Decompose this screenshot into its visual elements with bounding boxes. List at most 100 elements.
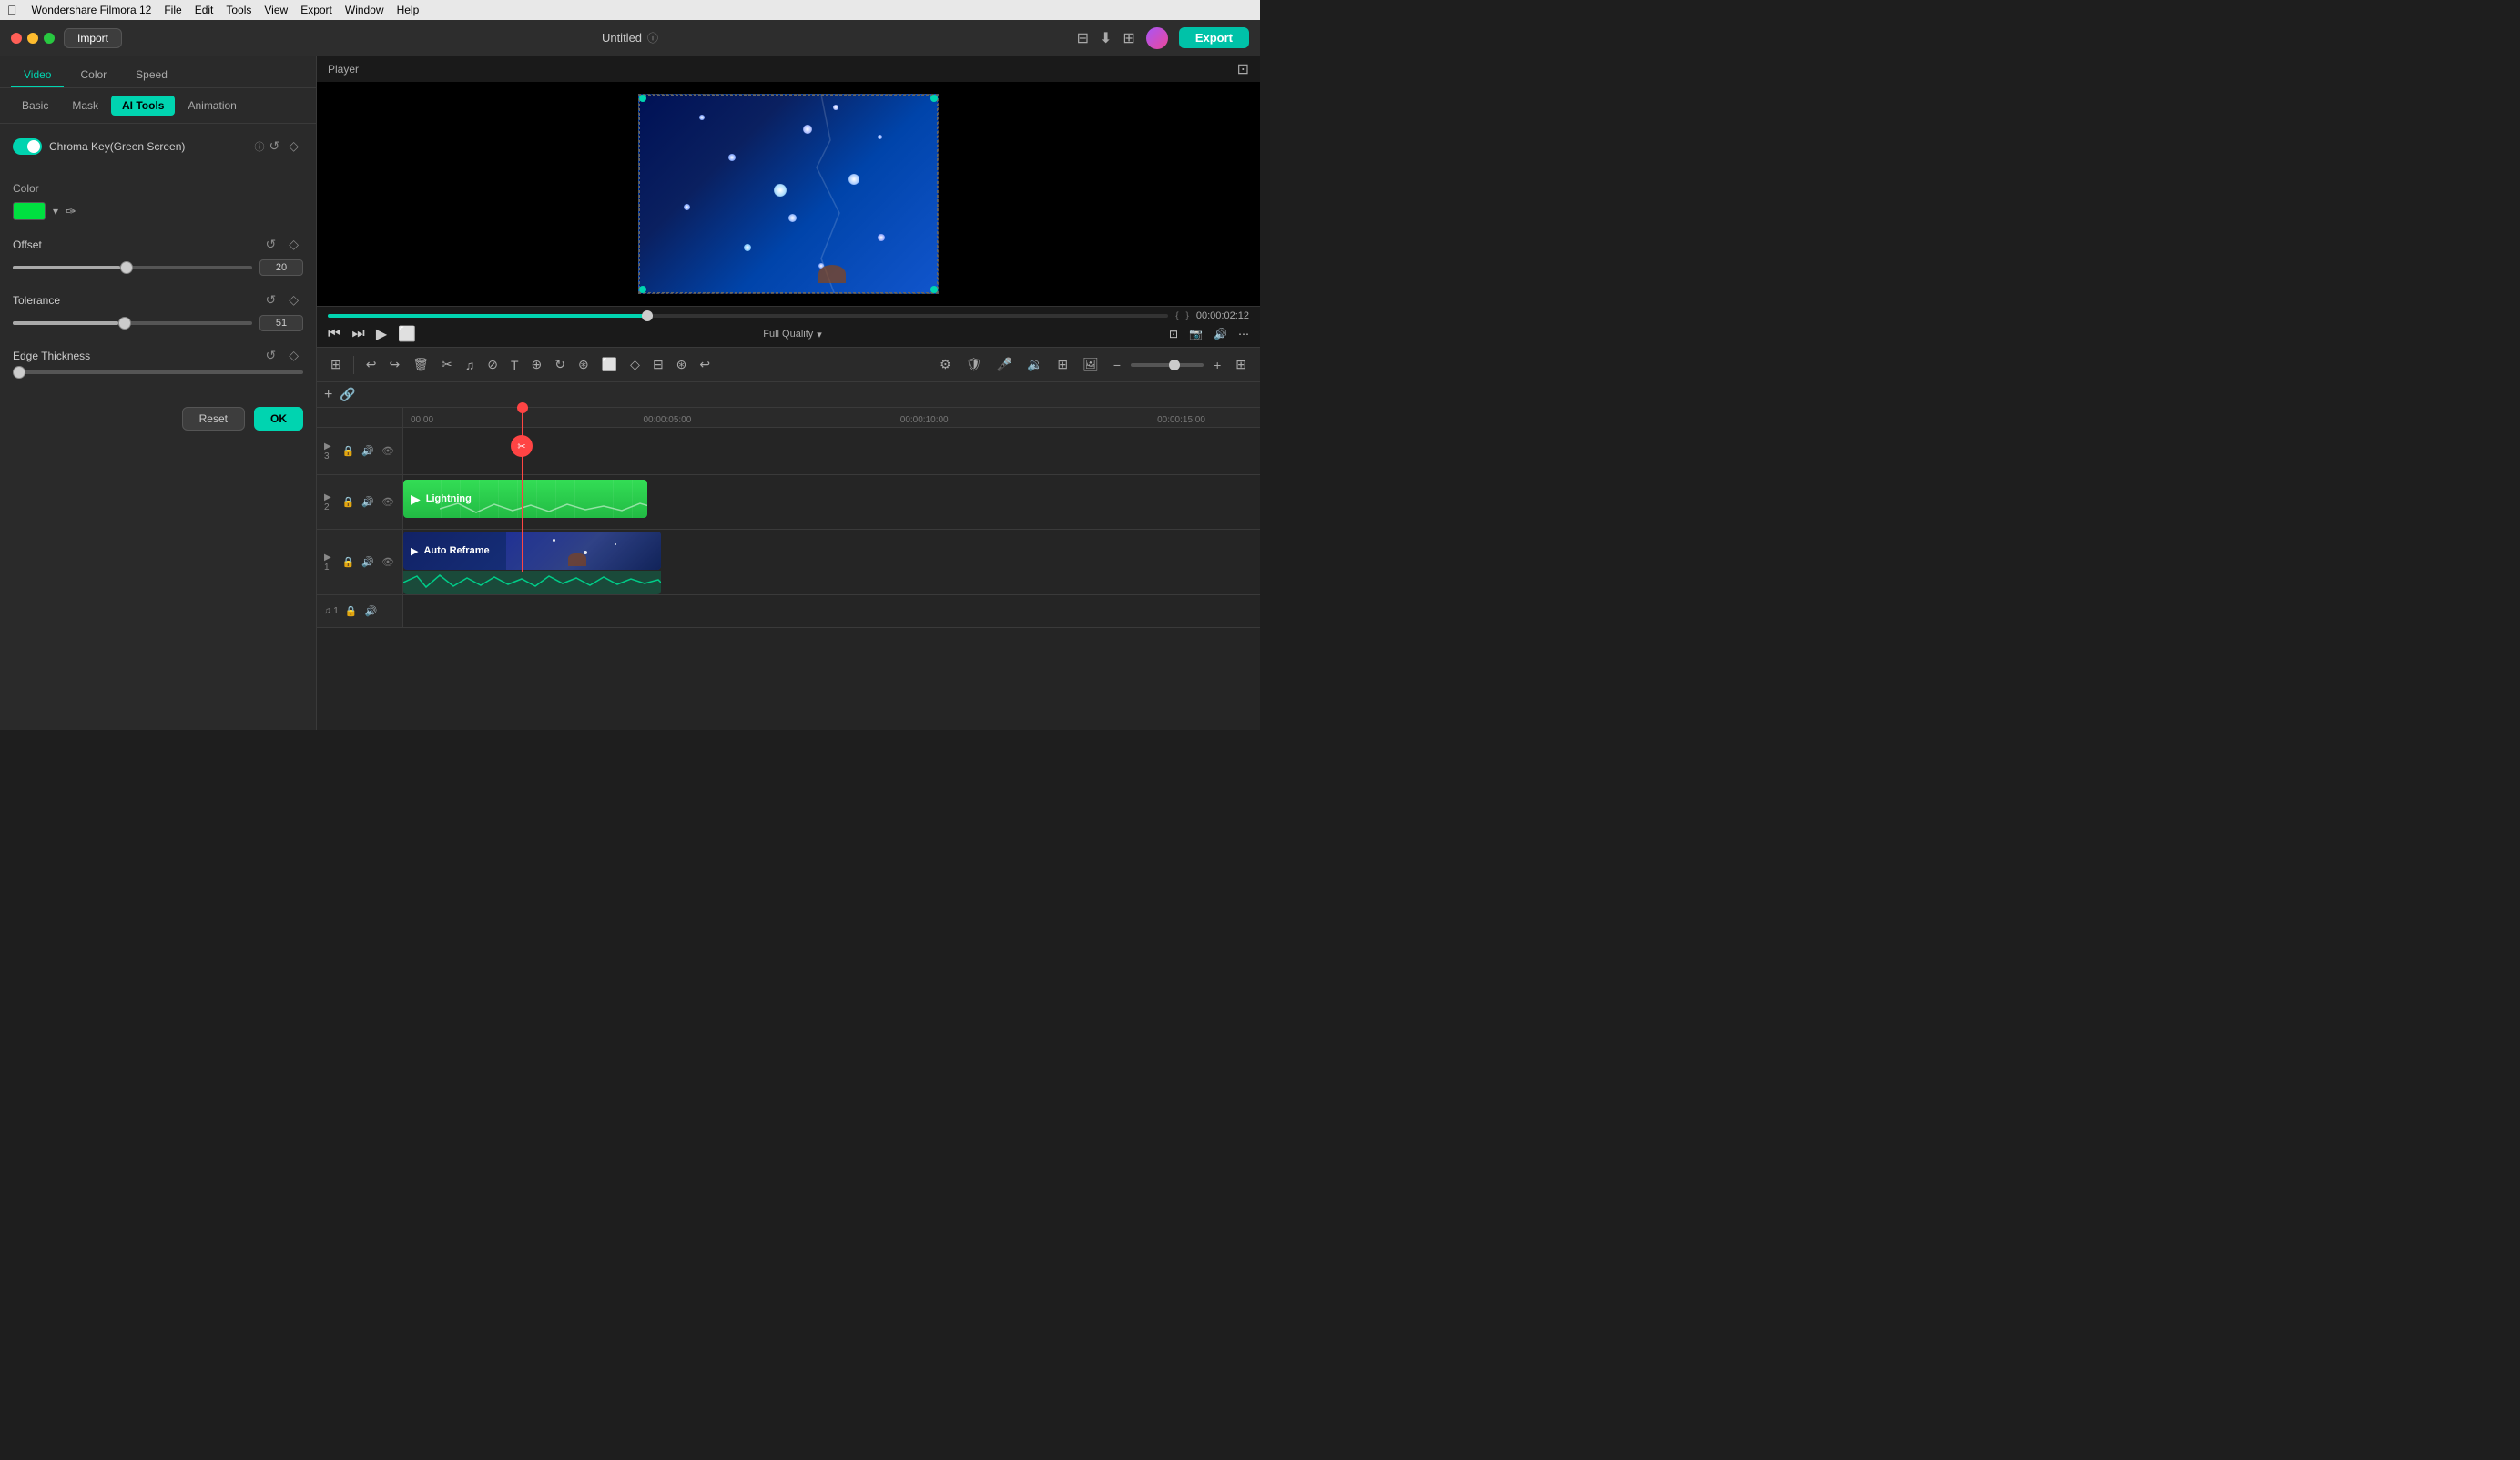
clip-autoreframe[interactable]: ▶ Auto Reframe [403, 532, 661, 570]
toolbar-image-icon[interactable]: 🖼 [1078, 355, 1103, 374]
tab-video[interactable]: Video [11, 64, 64, 87]
menu-window[interactable]: Window [345, 4, 384, 16]
quality-selector[interactable]: Full Quality ▾ [763, 329, 822, 340]
export-button[interactable]: Export [1179, 27, 1249, 48]
offset-reset-icon[interactable]: ↺ [260, 235, 280, 254]
tolerance-slider[interactable] [13, 321, 252, 325]
timeline-link-button[interactable]: 🔗 [340, 387, 355, 402]
edge-thickness-reset-icon[interactable]: ↺ [260, 346, 280, 365]
import-button[interactable]: Import [64, 28, 122, 48]
fullscreen-icon[interactable]: ⊡ [1169, 328, 1178, 340]
toolbar-settings-icon[interactable]: ⚙ [935, 355, 956, 374]
chroma-key-reset-icon[interactable]: ↺ [264, 137, 284, 156]
snapshot-icon[interactable]: 📷 [1189, 328, 1203, 340]
toolbar-cut-icon[interactable]: ✂ [437, 355, 457, 374]
frame-back-button[interactable]: ⏭ [351, 326, 364, 342]
toolbar-crop-icon[interactable]: ⊕ [527, 355, 547, 374]
toolbar-audio-icon[interactable]: ♫ [461, 356, 480, 374]
toolbar-transition-icon[interactable]: ◇ [625, 355, 645, 374]
track-1-eye-icon[interactable]: 👁 [381, 555, 395, 569]
toolbar-grid-icon[interactable]: ⊞ [1231, 355, 1251, 374]
toolbar-undo-icon[interactable]: ↩ [361, 355, 381, 374]
toolbar-mask-icon[interactable]: ⬜ [597, 355, 622, 374]
play-button[interactable]: ▶ [376, 325, 387, 343]
menu-filmora[interactable]: Wondershare Filmora 12 [32, 4, 152, 16]
toolbar-rotate-icon[interactable]: ↻ [550, 355, 570, 374]
toolbar-mic-icon[interactable]: 🎤 [992, 355, 1017, 374]
toolbar-delete-icon[interactable]: 🗑 [408, 355, 433, 374]
subtab-basic[interactable]: Basic [11, 96, 59, 116]
chroma-key-info-icon[interactable]: ⓘ [254, 139, 264, 154]
subtab-mask[interactable]: Mask [61, 96, 109, 116]
toolbar-stabilize-icon[interactable]: ⊛ [672, 355, 692, 374]
download-icon[interactable]: ⬇ [1100, 29, 1112, 47]
more-options-icon[interactable]: ⋯ [1238, 328, 1249, 340]
track-1-lock-icon[interactable]: 🔒 [341, 555, 356, 569]
audio-icon[interactable]: 🔊 [1214, 328, 1227, 340]
minimize-button[interactable] [27, 33, 38, 44]
title-info-icon[interactable]: ⓘ [647, 30, 658, 46]
track-2-lock-icon[interactable]: 🔒 [341, 495, 356, 509]
track-2-eye-icon[interactable]: 👁 [381, 495, 395, 509]
close-button[interactable] [11, 33, 22, 44]
tab-color[interactable]: Color [67, 64, 119, 87]
toolbar-shield-icon[interactable]: 🛡 [961, 355, 987, 374]
toolbar-text-icon[interactable]: T [506, 356, 523, 374]
stop-button[interactable]: ⬜ [398, 325, 416, 343]
chroma-key-keyframe-icon[interactable]: ◇ [284, 137, 303, 156]
toolbar-zoom-in-icon[interactable]: + [1209, 356, 1225, 374]
playback-progress[interactable] [328, 314, 1168, 318]
tolerance-value[interactable] [259, 315, 303, 331]
music-track-lock-icon[interactable]: 🔒 [344, 604, 359, 618]
toolbar-zoom-out-icon[interactable]: − [1109, 356, 1125, 374]
menu-edit[interactable]: Edit [195, 4, 214, 16]
toolbar-voice-icon[interactable]: 🔉 [1022, 355, 1047, 374]
track-3-volume-icon[interactable]: 🔊 [361, 444, 375, 458]
edge-thickness-slider[interactable] [13, 370, 303, 374]
track-2-volume-icon[interactable]: 🔊 [361, 495, 375, 509]
toolbar-right: ⚙ 🛡 🎤 🔉 ⊞ 🖼 − + ⊞ [935, 355, 1251, 374]
menu-tools[interactable]: Tools [226, 4, 251, 16]
toolbar-layout-icon[interactable]: ⊞ [326, 355, 346, 374]
edge-thickness-keyframe-icon[interactable]: ◇ [284, 346, 303, 365]
apple-menu[interactable]:  [7, 3, 17, 17]
menu-help[interactable]: Help [397, 4, 420, 16]
toolbar-back-icon[interactable]: ↩ [695, 355, 715, 374]
menu-view[interactable]: View [264, 4, 288, 16]
toolbar-redo-icon[interactable]: ↪ [384, 355, 404, 374]
toolbar-effect-icon[interactable]: ⊟ [648, 355, 668, 374]
offset-keyframe-icon[interactable]: ◇ [284, 235, 303, 254]
offset-value[interactable] [259, 259, 303, 276]
toolbar-mute-icon[interactable]: ⊘ [483, 355, 503, 374]
color-swatch[interactable] [13, 202, 46, 220]
toolbar-motion-icon[interactable]: ⊛ [574, 355, 594, 374]
zoom-slider[interactable] [1131, 363, 1204, 367]
playhead[interactable]: ✂ [522, 408, 523, 572]
track-1-volume-icon[interactable]: 🔊 [361, 555, 375, 569]
timeline-add-track-button[interactable]: + [324, 387, 332, 403]
tolerance-keyframe-icon[interactable]: ◇ [284, 290, 303, 309]
tab-speed[interactable]: Speed [123, 64, 180, 87]
layout-icon[interactable]: ⊟ [1077, 29, 1089, 47]
track-3-eye-icon[interactable]: 👁 [381, 444, 395, 458]
tolerance-reset-icon[interactable]: ↺ [260, 290, 280, 309]
chroma-key-toggle[interactable] [13, 138, 42, 155]
grid-icon[interactable]: ⊞ [1123, 29, 1134, 47]
skip-back-button[interactable]: ⏮ [328, 326, 340, 342]
menu-file[interactable]: File [164, 4, 181, 16]
reset-button[interactable]: Reset [182, 407, 245, 431]
subtab-aitools[interactable]: AI Tools [111, 96, 175, 116]
avatar[interactable] [1146, 27, 1168, 49]
subtab-animation[interactable]: Animation [177, 96, 247, 116]
clip-lightning[interactable]: ▶ Lightning [403, 480, 647, 518]
eyedropper-button[interactable]: ✑ [66, 204, 76, 219]
ok-button[interactable]: OK [254, 407, 303, 431]
offset-slider[interactable] [13, 266, 252, 269]
toolbar-ai-icon[interactable]: ⊞ [1052, 355, 1072, 374]
music-track-volume-icon[interactable]: 🔊 [364, 604, 379, 618]
menu-export[interactable]: Export [300, 4, 332, 16]
color-dropdown-icon[interactable]: ▾ [53, 205, 58, 218]
maximize-button[interactable] [44, 33, 55, 44]
track-3-lock-icon[interactable]: 🔒 [341, 444, 356, 458]
player-expand-icon[interactable]: ⊡ [1237, 60, 1249, 78]
